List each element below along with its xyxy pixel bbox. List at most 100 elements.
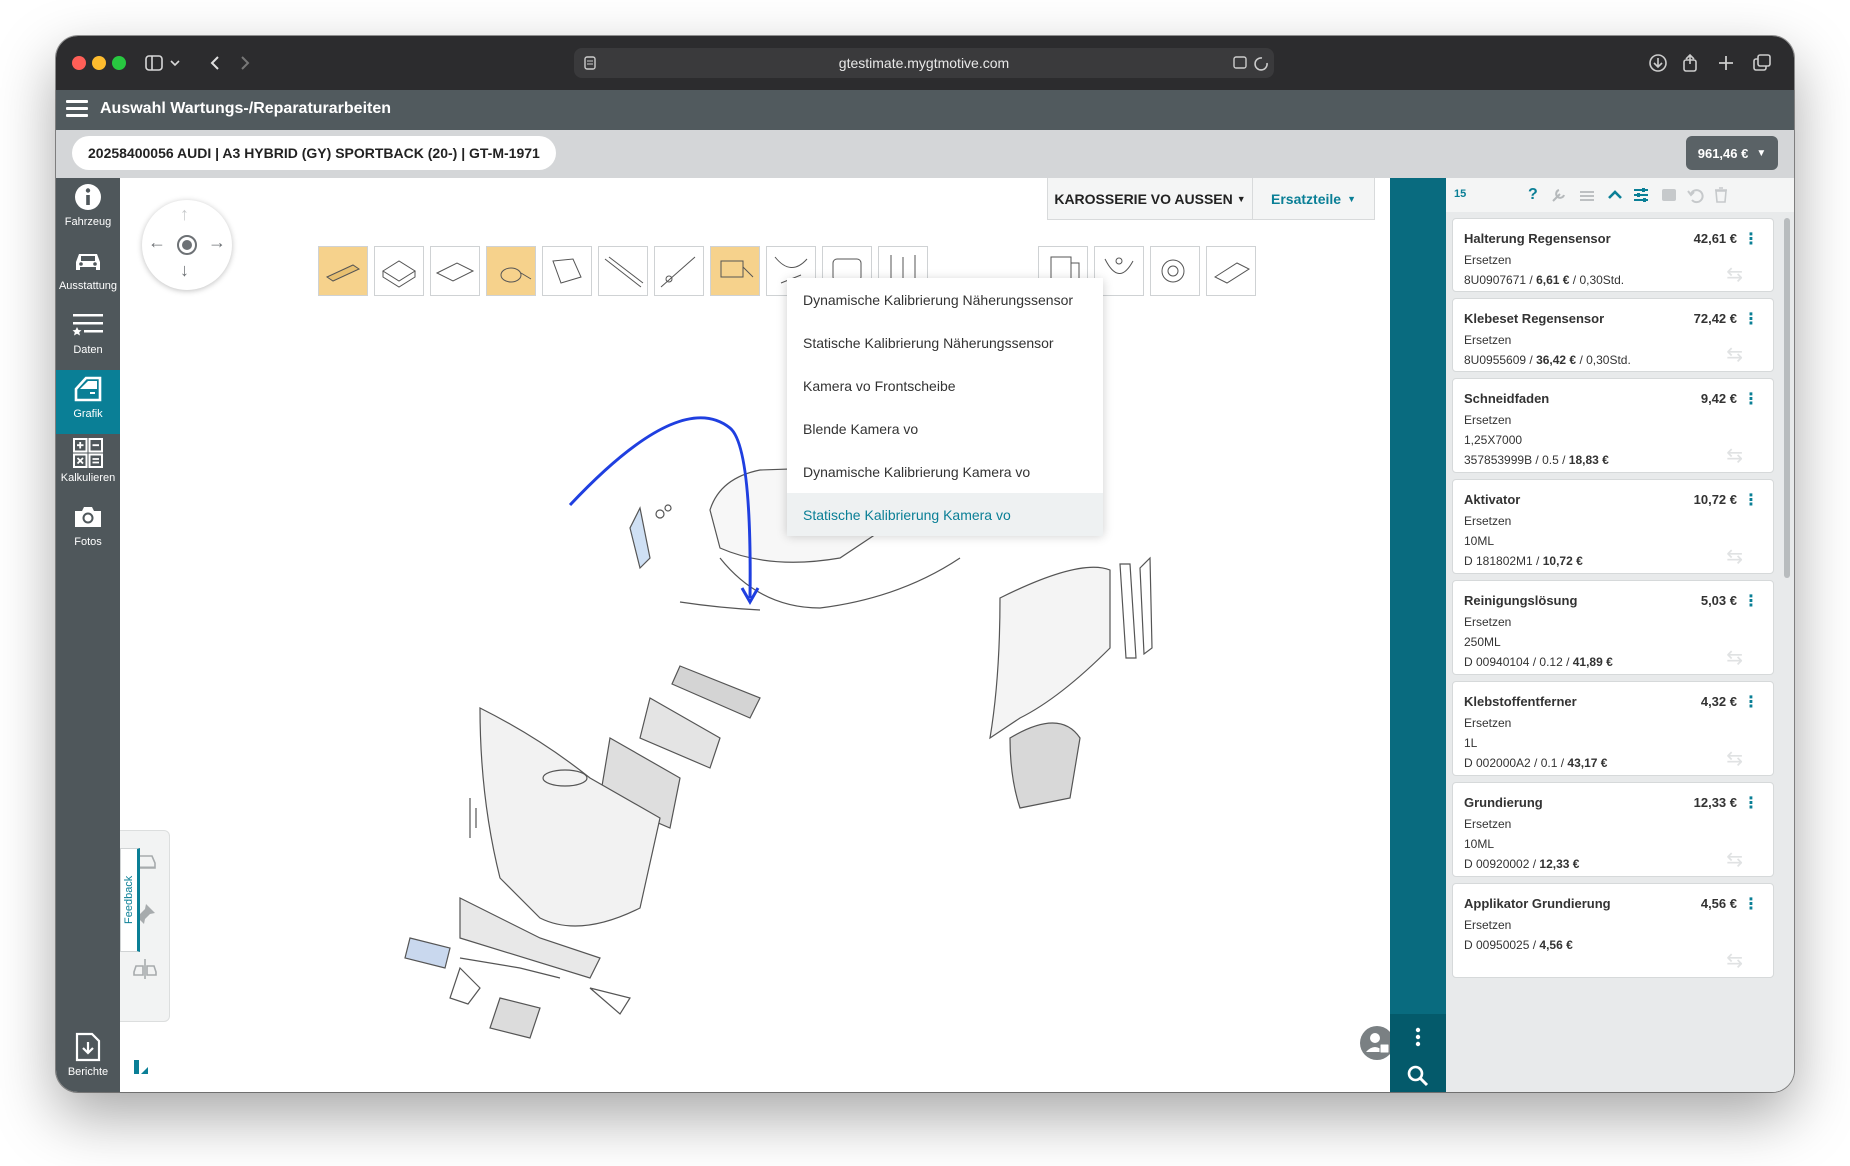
part-action: Ersetzen — [1464, 253, 1512, 267]
browser-actions-icon[interactable] — [1646, 50, 1776, 76]
app-header: Auswahl Wartungs-/Reparaturarbeiten — [56, 90, 1794, 130]
part-card[interactable]: Klebeset Regensensor 72,42 € ⋮ Ersetzen … — [1452, 298, 1774, 372]
sidebar-item-label: Ausstattung — [58, 280, 118, 292]
sidebar-item-fahrzeug[interactable]: Fahrzeug — [56, 178, 120, 242]
chevron-down-icon: ▼ — [1756, 147, 1767, 159]
info-icon — [74, 178, 102, 216]
part-card[interactable]: Reinigungslösung 5,03 € ⋮ Ersetzen 250ML… — [1452, 580, 1774, 675]
help-icon[interactable]: ? — [1528, 186, 1538, 204]
dropdown-item[interactable]: Kamera vo Frontscheibe — [787, 364, 1103, 407]
trash-icon[interactable] — [1712, 186, 1730, 204]
swap-arrows-icon: ⇆ — [1726, 445, 1743, 467]
vehicle-info[interactable]: 20258400056 AUDI | A3 HYBRID (GY) SPORTB… — [72, 136, 556, 170]
part-action: Ersetzen — [1464, 817, 1512, 831]
filter-sliders-icon[interactable] — [1632, 186, 1650, 204]
parts-panel: 15 ? Halterung Regensensor 42,61 € ⋮ Ers… — [1446, 178, 1794, 1092]
sidebar-item-ausstattung[interactable]: Ausstattung — [56, 242, 120, 306]
undo-icon[interactable] — [1686, 186, 1704, 204]
sidebar-item-kalkulieren[interactable]: Kalkulieren — [56, 434, 120, 498]
part-price: 42,61 € — [1693, 231, 1737, 246]
part-card[interactable]: Klebstoffentferner 4,32 € ⋮ Ersetzen 1L … — [1452, 681, 1774, 776]
url-text: gtestimate.mygtmotive.com — [838, 55, 1010, 71]
layers-icon[interactable] — [1578, 186, 1596, 204]
part-name: Klebeset Regensensor — [1464, 311, 1605, 326]
back-forward-icon[interactable] — [200, 50, 260, 76]
sidebar-item-label: Daten — [73, 344, 103, 356]
part-card[interactable]: Aktivator 10,72 € ⋮ Ersetzen 10ML D 1818… — [1452, 479, 1774, 574]
close-window-button[interactable] — [72, 56, 86, 70]
dropdown-item[interactable]: Blende Kamera vo — [787, 407, 1103, 450]
swap-arrows-icon: ⇆ — [1726, 344, 1743, 366]
sidebar-toggle-icon[interactable] — [140, 50, 186, 76]
wrench-icon[interactable] — [1550, 186, 1568, 204]
part-name: Klebstoffentferner — [1464, 694, 1577, 709]
search-icon[interactable] — [1406, 1064, 1430, 1088]
sidebar-item-label: Grafik — [73, 408, 103, 420]
part-reference: D 00950025 / 4,56 € — [1464, 938, 1573, 952]
part-price: 4,56 € — [1700, 896, 1737, 911]
part-price: 9,42 € — [1700, 391, 1737, 406]
table-icon[interactable] — [1660, 186, 1678, 204]
part-name: Applikator Grundierung — [1464, 896, 1611, 911]
page-menu-icon[interactable] — [580, 50, 600, 76]
more-vertical-icon[interactable]: ⋮ — [1743, 692, 1759, 712]
feedback-tab[interactable]: Feedback — [120, 848, 140, 952]
total-price-button[interactable]: 961,46 € ▼ — [1686, 136, 1778, 170]
calculator-icon — [73, 434, 103, 472]
mirror-car-icon[interactable] — [132, 955, 158, 981]
part-name: Halterung Regensensor — [1464, 231, 1611, 246]
page-title: Auswahl Wartungs-/Reparaturarbeiten — [100, 100, 392, 117]
part-price: 10,72 € — [1693, 492, 1737, 507]
dropdown-item[interactable]: Statische Kalibrierung Näherungssensor — [787, 321, 1103, 364]
part-card[interactable]: Schneidfaden 9,42 € ⋮ Ersetzen 1,25X7000… — [1452, 378, 1774, 473]
list-icon — [72, 306, 104, 344]
hamburger-menu-icon[interactable] — [66, 100, 88, 120]
part-card[interactable]: Grundierung 12,33 € ⋮ Ersetzen 10ML D 00… — [1452, 782, 1774, 877]
download-icon — [75, 1028, 101, 1066]
more-vertical-icon[interactable]: ⋮ — [1743, 894, 1759, 914]
dropdown-item[interactable]: Dynamische Kalibrierung Näherungssensor — [787, 278, 1103, 321]
more-vertical-icon[interactable]: ⋮ — [1743, 229, 1759, 249]
group-selector[interactable]: KAROSSERIE VO AUSSEN ▼ — [1048, 178, 1253, 219]
sidebar-item-grafik[interactable]: Grafik — [56, 370, 120, 434]
swap-arrows-icon: ⇆ — [1726, 849, 1743, 871]
sidebar-item-label: Berichte — [67, 1066, 109, 1078]
browser-window: gtestimate.mygtmotive.com Auswahl Wartun… — [56, 36, 1794, 1092]
address-bar[interactable]: gtestimate.mygtmotive.com — [574, 48, 1274, 78]
exploded-parts-drawing[interactable] — [120, 178, 1390, 1092]
swap-arrows-icon: ⇆ — [1726, 950, 1743, 972]
translate-reload-icon[interactable] — [1232, 50, 1272, 76]
part-action: Ersetzen — [1464, 413, 1512, 427]
mode-label: Ersatzteile — [1271, 190, 1342, 207]
dropdown-item[interactable]: Dynamische Kalibrierung Kamera vo — [787, 450, 1103, 493]
more-vertical-icon[interactable]: ⋮ — [1743, 309, 1759, 329]
minimize-window-button[interactable] — [92, 56, 106, 70]
graphic-canvas[interactable]: ↑ ← → ↓ KAROSSERIE VO AUSSEN ▼ Ersatztei… — [120, 178, 1390, 1092]
part-reference: D 00940104 / 0.12 / 41,89 € — [1464, 655, 1613, 669]
sidebar-item-berichte[interactable]: Berichte — [56, 1028, 120, 1092]
part-action: Ersetzen — [1464, 918, 1512, 932]
browser-toolbar: gtestimate.mygtmotive.com — [56, 36, 1794, 90]
swap-arrows-icon: ⇆ — [1726, 748, 1743, 770]
parts-scrollbar[interactable] — [1784, 218, 1790, 578]
part-card[interactable]: Halterung Regensensor 42,61 € ⋮ Ersetzen… — [1452, 218, 1774, 292]
more-vertical-icon[interactable]: ⋮ — [1743, 389, 1759, 409]
total-price: 961,46 € — [1697, 145, 1749, 161]
parts-count: 15 — [1454, 188, 1467, 200]
part-name: Grundierung — [1464, 795, 1543, 810]
more-vertical-icon[interactable]: ⋮ — [1743, 490, 1759, 510]
chevron-down-icon: ▼ — [1236, 193, 1246, 204]
mode-selector[interactable]: Ersatzteile ▼ — [1253, 178, 1374, 219]
zoom-window-button[interactable] — [112, 56, 126, 70]
sidebar-item-daten[interactable]: Daten — [56, 306, 120, 370]
part-size: 1,25X7000 — [1464, 433, 1523, 447]
user-settings-button[interactable] — [1360, 1026, 1390, 1060]
dropdown-item-selected[interactable]: Statische Kalibrierung Kamera vo — [787, 493, 1103, 536]
more-vertical-icon[interactable]: ⋮ — [1743, 591, 1759, 611]
more-vertical-icon[interactable] — [1410, 1026, 1426, 1048]
more-vertical-icon[interactable]: ⋮ — [1743, 793, 1759, 813]
group-toolbar: KAROSSERIE VO AUSSEN ▼ Ersatzteile ▼ — [1047, 178, 1375, 220]
chevron-up-icon[interactable] — [1606, 186, 1624, 204]
sidebar-item-fotos[interactable]: Fotos — [56, 498, 120, 562]
part-card[interactable]: Applikator Grundierung 4,56 € ⋮ Ersetzen… — [1452, 883, 1774, 978]
